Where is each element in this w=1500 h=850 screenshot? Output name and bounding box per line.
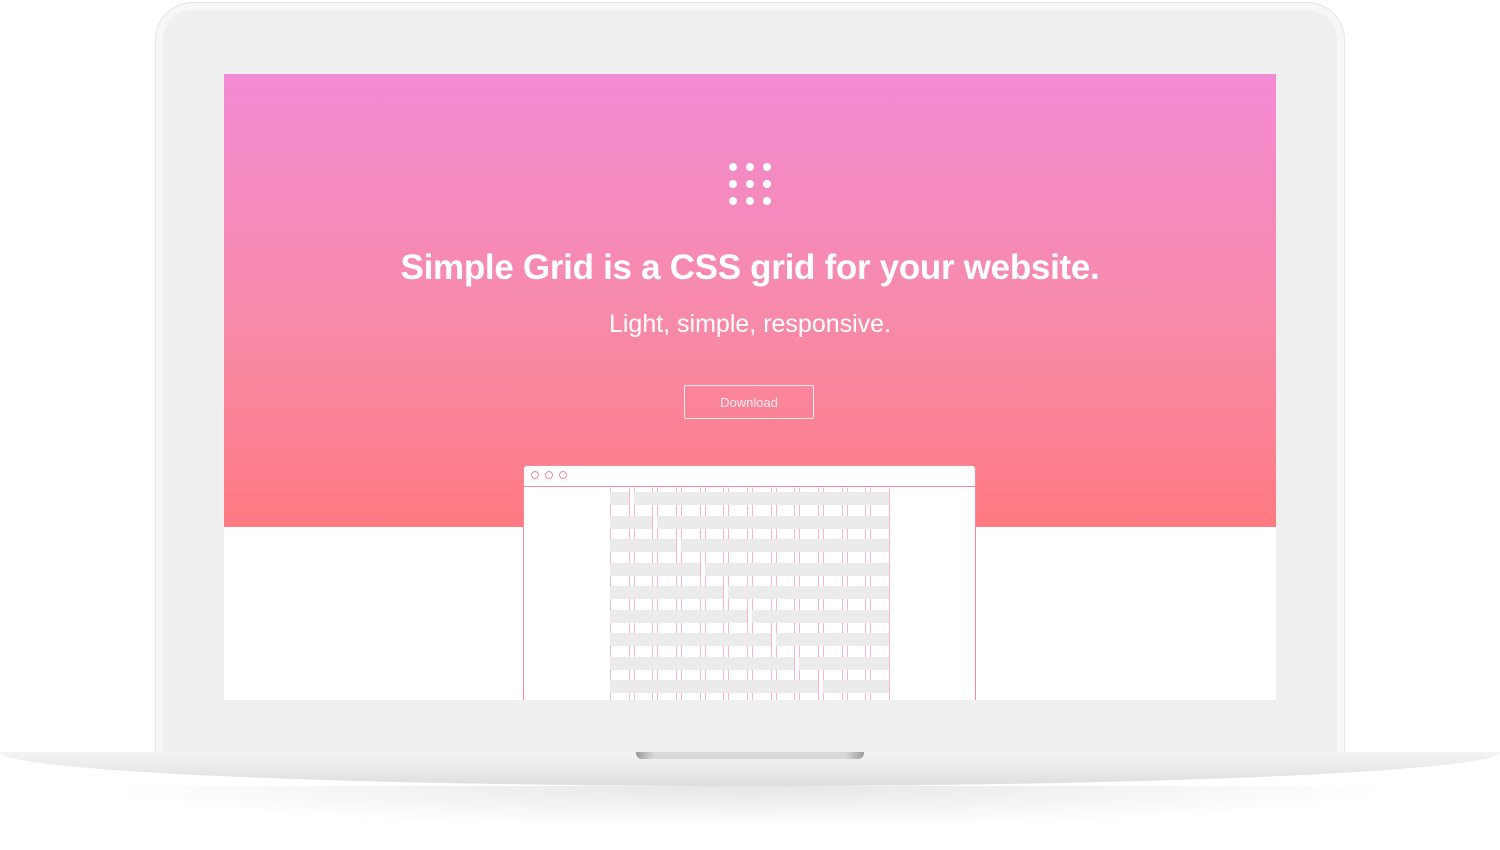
grid-cell [610,563,700,576]
grid-row [610,610,889,623]
laptop-mockup: Simple Grid is a CSS grid for your websi… [0,0,1500,850]
grid-dots-icon [724,158,776,210]
hero-headline: Simple Grid is a CSS grid for your websi… [400,248,1100,287]
hero-subline: Light, simple, responsive. [608,310,892,338]
laptop-notch [636,752,864,759]
maximize-dot-icon [559,471,567,479]
laptop-shadow [120,786,1380,826]
grid-row [610,657,889,670]
grid-cell [799,657,889,670]
grid-row [610,563,889,576]
grid-cell [823,680,889,693]
grid-cell [610,680,818,693]
grid-cell [657,516,889,529]
grid-cell [610,586,723,599]
grid-cell [728,586,889,599]
laptop-screen: Simple Grid is a CSS grid for your websi… [224,74,1276,700]
download-button[interactable]: Download [684,385,814,419]
grid-cell [610,610,747,623]
grid-cell [610,516,652,529]
grid-cell [610,539,676,552]
grid-cell [610,492,629,505]
grid-cell [681,539,889,552]
grid-guide-line [889,488,890,700]
mini-browser-window [523,465,976,700]
grid-cell [776,633,889,646]
grid-row [610,586,889,599]
grid-row [610,680,889,693]
grid-cell [634,492,889,505]
grid-cell [752,610,889,623]
grid-row [610,633,889,646]
hero-section: Simple Grid is a CSS grid for your websi… [224,74,1276,527]
grid-row [610,516,889,529]
grid-cell [610,633,771,646]
minimize-dot-icon [545,471,553,479]
mini-browser-titlebar [524,466,975,487]
grid-row [610,539,889,552]
grid-cell [610,657,794,670]
grid-illustration [610,488,890,700]
grid-cell [705,563,889,576]
close-dot-icon [531,471,539,479]
grid-row [610,492,889,505]
